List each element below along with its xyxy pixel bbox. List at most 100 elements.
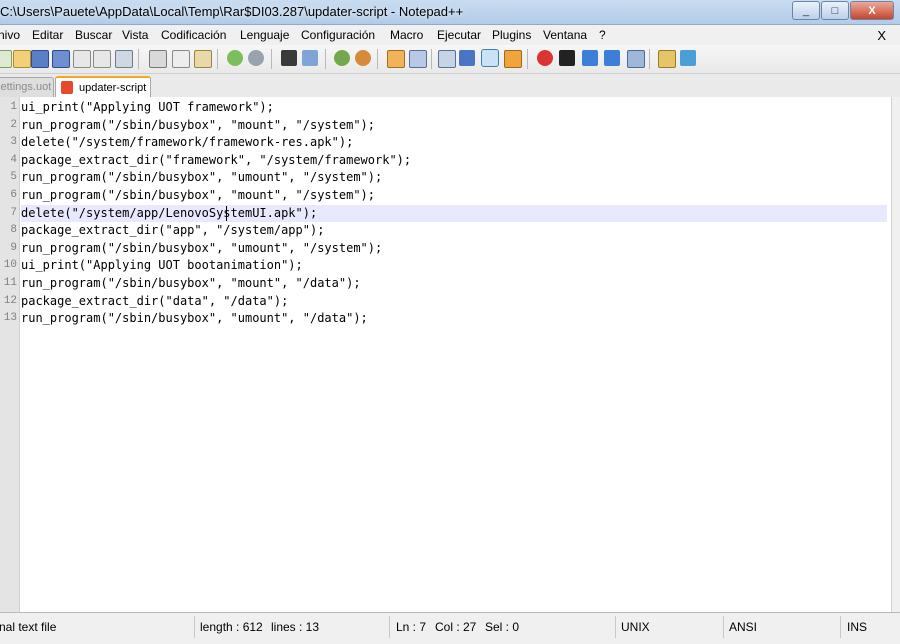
tab-label: updater-script [79, 82, 147, 94]
menu-lenguaje[interactable]: Lenguaje [240, 28, 289, 42]
code-line[interactable]: run_program("/sbin/busybox", "mount", "/… [21, 117, 887, 134]
tab-updater-script[interactable]: updater-script [55, 76, 151, 99]
line-number: 11 [3, 277, 17, 289]
code-line[interactable]: ui_print("Applying UOT bootanimation"); [21, 257, 887, 274]
close-icon[interactable] [73, 50, 91, 68]
code-line[interactable]: delete("/system/framework/framework-res.… [21, 134, 887, 151]
print-icon[interactable] [115, 50, 133, 68]
code-line[interactable]: package_extract_dir("framework", "/syste… [21, 152, 887, 169]
replace-icon[interactable] [302, 50, 318, 66]
line-number: 7 [10, 207, 17, 219]
status-col: Col : 27 [435, 620, 477, 634]
status-separator [615, 616, 616, 638]
code-line[interactable]: run_program("/sbin/busybox", "umount", "… [21, 310, 887, 327]
play-macro-icon[interactable] [582, 50, 598, 66]
toolbar-separator [527, 49, 528, 69]
minimize-button[interactable]: _ [792, 1, 820, 20]
status-separator [194, 616, 195, 638]
tab-bar: settings.uot updater-script [0, 74, 900, 99]
menu-editar[interactable]: Editar [32, 28, 63, 42]
vertical-scrollbar[interactable] [891, 97, 900, 612]
toolbar-separator [271, 49, 272, 69]
user-lang-icon[interactable] [504, 50, 522, 68]
toolbar-separator [431, 49, 432, 69]
window-title: C:\Users\Pauete\AppData\Local\Temp\Rar$D… [0, 4, 464, 19]
code-line[interactable]: run_program("/sbin/busybox", "mount", "/… [21, 187, 887, 204]
save-icon[interactable] [31, 50, 49, 68]
line-number: 1 [10, 101, 17, 113]
status-length: length : 612 [200, 620, 263, 634]
line-number: 2 [10, 119, 17, 131]
status-separator [723, 616, 724, 638]
line-number: 10 [3, 259, 17, 271]
close-document-button[interactable]: X [877, 28, 886, 43]
save-all-icon[interactable] [52, 50, 70, 68]
redo-icon[interactable] [248, 50, 264, 66]
status-file-type: nal text file [0, 620, 57, 634]
cut-icon[interactable] [149, 50, 167, 68]
menu-archivo[interactable]: nivo [0, 28, 20, 42]
menu-help[interactable]: ? [599, 28, 606, 42]
menu-vista[interactable]: Vista [122, 28, 148, 42]
tab-settings-uot[interactable]: settings.uot [0, 77, 54, 97]
line-number: 12 [3, 295, 17, 307]
code-line[interactable]: ui_print("Applying UOT framework"); [21, 99, 887, 116]
maximize-button[interactable]: □ [821, 1, 849, 20]
launch-browser-icon[interactable] [658, 50, 676, 68]
menu-macro[interactable]: Macro [390, 28, 423, 42]
code-editor[interactable]: 1 2 3 4 5 6 7 8 9 10 11 12 13 ui_print("Applying UOT… [0, 97, 892, 612]
window-controls: _ □ X [791, 1, 894, 20]
code-line[interactable]: run_program("/sbin/busybox", "mount", "/… [21, 275, 887, 292]
find-icon[interactable] [281, 50, 297, 66]
menu-configuracion[interactable]: Configuración [301, 28, 375, 42]
record-macro-icon[interactable] [537, 50, 553, 66]
menu-ventana[interactable]: Ventana [543, 28, 587, 42]
spell-check-icon[interactable] [680, 50, 696, 66]
status-sel: Sel : 0 [485, 620, 520, 634]
paste-icon[interactable] [194, 50, 212, 68]
code-line[interactable]: package_extract_dir("app", "/system/app"… [21, 222, 887, 239]
new-file-icon[interactable] [0, 50, 12, 68]
line-number: 3 [10, 136, 17, 148]
close-window-button[interactable]: X [850, 1, 894, 20]
status-lines: lines : 13 [271, 620, 320, 634]
line-number: 9 [10, 242, 17, 254]
close-all-icon[interactable] [93, 50, 111, 68]
status-mode[interactable]: INS [847, 620, 867, 634]
status-ln: Ln : 7 [396, 620, 427, 634]
show-all-chars-icon[interactable] [459, 50, 475, 66]
menu-bar: nivo Editar Buscar Vista Codificación Le… [0, 25, 900, 46]
toolbar-separator [377, 49, 378, 69]
stop-record-icon[interactable] [559, 50, 575, 66]
undo-icon[interactable] [227, 50, 243, 66]
sync-horizontal-icon[interactable] [409, 50, 427, 68]
status-eol[interactable]: UNIX [621, 620, 650, 634]
toolbar-separator [217, 49, 218, 69]
zoom-out-icon[interactable] [355, 50, 371, 66]
code-line[interactable]: run_program("/sbin/busybox", "umount", "… [21, 240, 887, 257]
line-number: 4 [10, 154, 17, 166]
code-line[interactable]: run_program("/sbin/busybox", "umount", "… [21, 169, 887, 186]
indent-guide-icon[interactable] [481, 49, 499, 67]
status-encoding[interactable]: ANSI [729, 620, 757, 634]
open-file-icon[interactable] [13, 50, 31, 68]
text-caret [226, 206, 227, 221]
line-number: 13 [3, 312, 17, 324]
menu-buscar[interactable]: Buscar [75, 28, 112, 42]
line-number: 6 [10, 189, 17, 201]
menu-codificacion[interactable]: Codificación [161, 28, 226, 42]
menu-ejecutar[interactable]: Ejecutar [437, 28, 481, 42]
line-number: 5 [10, 171, 17, 183]
line-number: 8 [10, 224, 17, 236]
save-macro-icon[interactable] [627, 50, 645, 68]
toolbar [0, 45, 900, 74]
word-wrap-icon[interactable] [438, 50, 456, 68]
code-line[interactable]: package_extract_dir("data", "/data"); [21, 293, 887, 310]
run-macro-multiple-icon[interactable] [604, 50, 620, 66]
sync-vertical-icon[interactable] [387, 50, 405, 68]
copy-icon[interactable] [172, 50, 190, 68]
minimize-icon: _ [802, 4, 810, 17]
zoom-in-icon[interactable] [334, 50, 350, 66]
menu-plugins[interactable]: Plugins [492, 28, 531, 42]
code-line[interactable]: delete("/system/app/LenovoSystemUI.apk")… [21, 205, 887, 222]
